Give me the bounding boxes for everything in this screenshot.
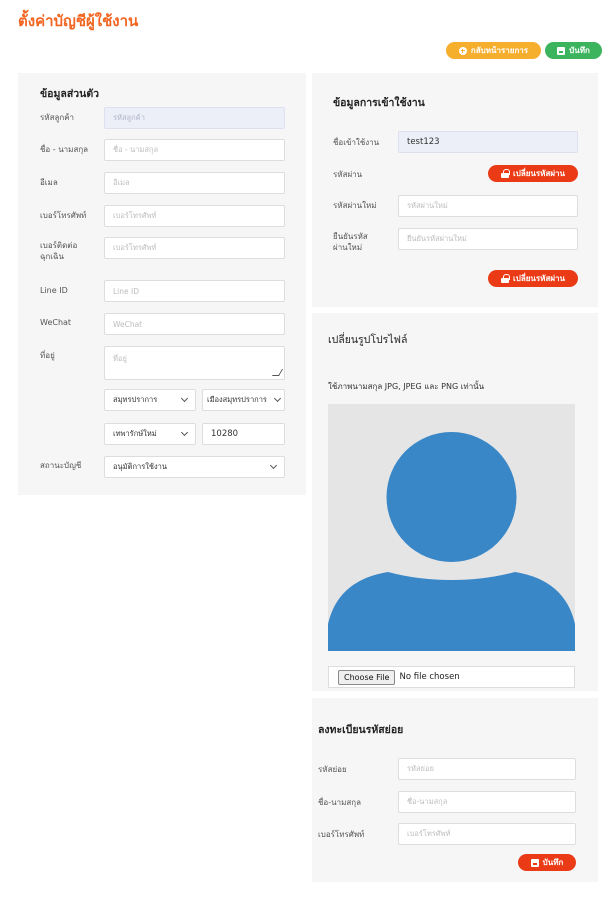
phone-label: เบอร์โทรศัพท์	[40, 211, 87, 220]
full-name-label: ชื่อ - นามสกุล	[40, 145, 89, 154]
sub-phone-field[interactable]: เบอร์โทรศัพท์	[398, 823, 576, 845]
sub-name-placeholder: ชื่อ-นามสกุล	[407, 797, 448, 806]
chevron-down-icon	[180, 428, 189, 437]
lock-icon	[501, 169, 510, 178]
subdistrict-value: เทพารักษ์ใหม่	[113, 429, 157, 438]
new-password-field[interactable]: รหัสผ่านใหม่	[398, 195, 578, 217]
resize-grip-icon[interactable]	[271, 369, 284, 376]
save-button[interactable]: บันทึก	[545, 42, 602, 59]
change-password-toggle-button[interactable]: เปลี่ยนรหัสผ่าน	[488, 165, 578, 182]
sub-code-field[interactable]: รหัสย่อย	[398, 758, 576, 780]
sub-code-label: รหัสย่อย	[318, 765, 347, 774]
photo-format-hint: ใช้ภาพนามสกุล JPG, JPEG และ PNG เท่านั้น	[328, 382, 485, 391]
sub-name-label: ชื่อ-นามสกุล	[318, 798, 361, 807]
confirm-password-label-line1: ยืนยันรหัส	[333, 232, 368, 241]
line-id-field[interactable]: Line ID	[104, 280, 285, 302]
emergency-phone-label: เบอร์ติดต่อ ฉุกเฉิน	[40, 240, 77, 262]
plus-circle-icon	[458, 46, 467, 55]
personal-info-panel: ข้อมูลส่วนตัว รหัสลูกค้า รหัสลูกค้า ชื่อ…	[18, 73, 306, 495]
username-value: test123	[407, 137, 440, 147]
full-name-field[interactable]: ชื่อ - นามสกุล	[104, 139, 285, 161]
address-placeholder: ที่อยู่	[113, 354, 127, 363]
profile-photo-title: เปลี่ยนรูปโปรไฟล์	[328, 334, 408, 346]
wechat-placeholder: WeChat	[113, 319, 143, 329]
province-select[interactable]: สมุทรปราการ	[104, 389, 196, 411]
line-id-placeholder: Line ID	[113, 286, 140, 296]
sub-code-panel: ลงทะเบียนรหัสย่อย รหัสย่อย รหัสย่อย ชื่อ…	[312, 698, 598, 882]
subdistrict-select[interactable]: เทพารักษ์ใหม่	[104, 423, 196, 445]
profile-photo-panel: เปลี่ยนรูปโปรไฟล์ ใช้ภาพนามสกุล JPG, JPE…	[312, 313, 598, 691]
email-label: อีเมล	[40, 178, 58, 187]
sub-code-title: ลงทะเบียนรหัสย่อย	[318, 724, 404, 736]
back-to-list-label: กลับหน้ารายการ	[470, 46, 529, 55]
sub-code-save-button[interactable]: บันทึก	[518, 854, 576, 871]
chevron-down-icon	[180, 394, 189, 403]
account-status-label: สถานะบัญชี	[40, 461, 82, 470]
new-password-placeholder: รหัสผ่านใหม่	[407, 201, 448, 210]
wechat-label: WeChat	[40, 318, 72, 327]
emergency-phone-field[interactable]: เบอร์โทรศัพท์	[104, 237, 285, 259]
district-value: เมืองสมุทรปราการ	[207, 395, 267, 404]
personal-info-title: ข้อมูลส่วนตัว	[40, 88, 100, 100]
change-password-button[interactable]: เปลี่ยนรหัสผ่าน	[488, 270, 578, 287]
chevron-down-icon	[273, 394, 282, 403]
confirm-password-label: ยืนยันรหัส ผ่านใหม่	[333, 231, 368, 253]
account-status-value: อนุมัติการใช้งาน	[113, 462, 167, 471]
email-placeholder: อีเมล	[113, 178, 130, 187]
sub-code-placeholder: รหัสย่อย	[407, 764, 434, 773]
wechat-field[interactable]: WeChat	[104, 313, 285, 335]
address-label: ที่อยู่	[40, 351, 55, 360]
file-status: No file chosen	[399, 672, 460, 682]
choose-file-button[interactable]: Choose File	[338, 669, 396, 685]
change-password-label: เปลี่ยนรหัสผ่าน	[513, 274, 565, 283]
postcode-field[interactable]: 10280	[202, 423, 285, 445]
full-name-placeholder: ชื่อ - นามสกุล	[113, 145, 159, 154]
page-title: ตั้งค่าบัญชีผู้ใช้งาน	[18, 12, 139, 30]
confirm-password-field[interactable]: ยืนยันรหัสผ่านใหม่	[398, 228, 578, 250]
sub-phone-label: เบอร์โทรศัพท์	[318, 830, 365, 839]
confirm-password-placeholder: ยืนยันรหัสผ่านใหม่	[407, 234, 467, 243]
postcode-value: 10280	[211, 429, 239, 439]
emergency-phone-placeholder: เบอร์โทรศัพท์	[113, 243, 157, 252]
customer-code-field[interactable]: รหัสลูกค้า	[104, 107, 285, 129]
sub-name-field[interactable]: ชื่อ-นามสกุล	[398, 791, 576, 813]
file-input[interactable]: Choose File No file chosen	[328, 666, 575, 688]
chevron-down-icon	[269, 461, 278, 470]
password-label: รหัสผ่าน	[333, 170, 363, 179]
save-icon	[557, 46, 566, 55]
username-field[interactable]: test123	[398, 131, 578, 153]
username-label: ชื่อเข้าใช้งาน	[333, 138, 380, 147]
emergency-phone-label-line1: เบอร์ติดต่อ	[40, 241, 78, 250]
phone-field[interactable]: เบอร์โทรศัพท์	[104, 205, 285, 227]
line-id-label: Line ID	[40, 286, 68, 295]
avatar-image	[328, 404, 575, 651]
confirm-password-label-line2: ผ่านใหม่	[333, 243, 363, 252]
customer-code-label: รหัสลูกค้า	[40, 113, 75, 122]
lock-icon	[501, 274, 510, 283]
emergency-phone-label-line2: ฉุกเฉิน	[40, 252, 64, 261]
customer-code-placeholder: รหัสลูกค้า	[113, 113, 145, 122]
login-info-panel: ข้อมูลการเข้าใช้งาน ชื่อเข้าใช้งาน test1…	[312, 73, 598, 307]
account-status-select[interactable]: อนุมัติการใช้งาน	[104, 456, 285, 478]
change-password-toggle-label: เปลี่ยนรหัสผ่าน	[513, 169, 565, 178]
back-to-list-button[interactable]: กลับหน้ารายการ	[446, 42, 541, 59]
sub-code-save-label: บันทึก	[542, 858, 564, 867]
phone-placeholder: เบอร์โทรศัพท์	[113, 211, 157, 220]
login-info-title: ข้อมูลการเข้าใช้งาน	[333, 97, 425, 109]
save-label: บันทึก	[569, 46, 590, 55]
address-textarea[interactable]: ที่อยู่	[104, 346, 285, 380]
province-value: สมุทรปราการ	[113, 395, 158, 404]
user-avatar-icon	[328, 404, 575, 651]
email-field[interactable]: อีเมล	[104, 172, 285, 194]
save-icon	[530, 858, 539, 867]
new-password-label: รหัสผ่านใหม่	[333, 201, 377, 210]
sub-phone-placeholder: เบอร์โทรศัพท์	[407, 829, 451, 838]
district-select[interactable]: เมืองสมุทรปราการ	[202, 389, 285, 411]
